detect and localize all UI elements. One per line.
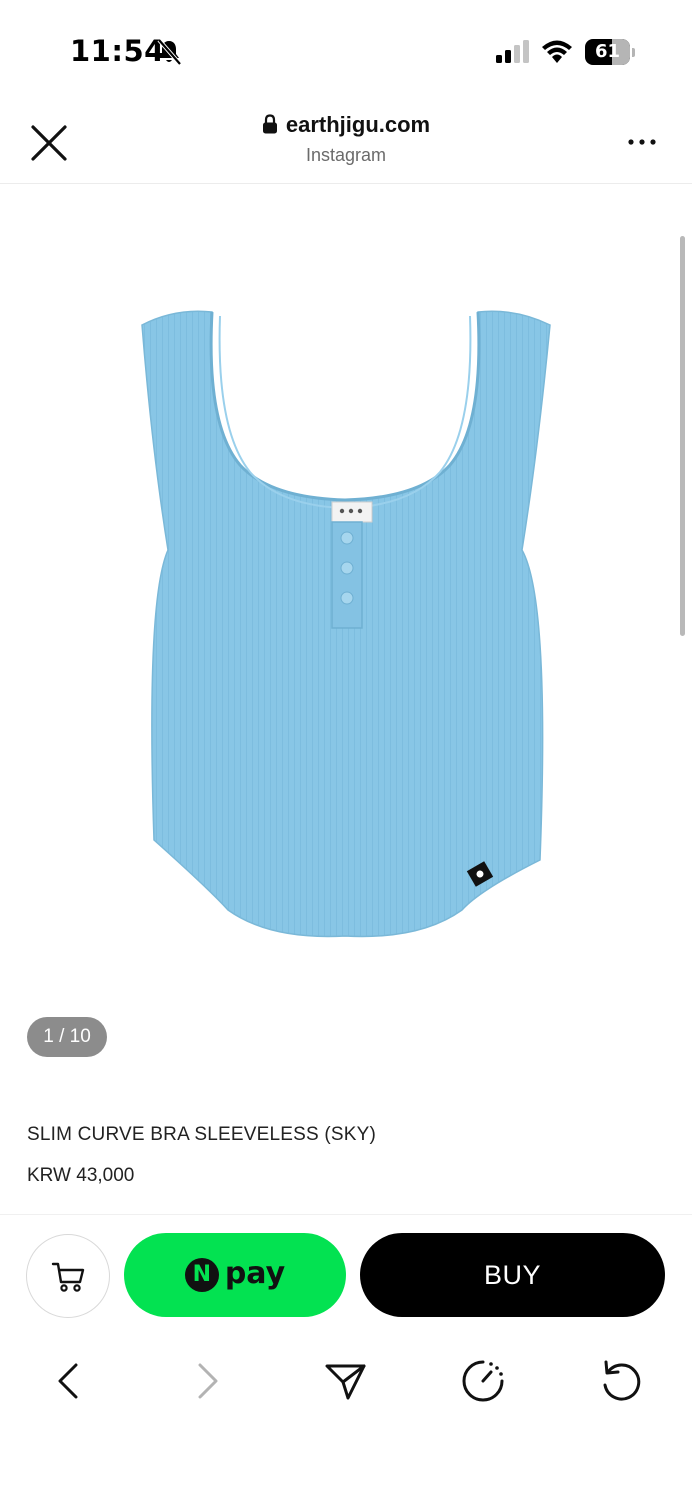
url-display[interactable]: earthjigu.com xyxy=(0,112,692,138)
product-title: SLIM CURVE BRA SLEEVELESS (SKY) xyxy=(27,1124,377,1145)
npay-logo-mark: N xyxy=(184,1258,219,1292)
wifi-icon xyxy=(542,40,572,63)
status-bar: 11:54 61 xyxy=(0,0,692,100)
browser-header: earthjigu.com Instagram xyxy=(0,100,692,184)
cellular-signal-icon xyxy=(496,40,529,63)
scrollbar[interactable] xyxy=(680,236,685,636)
bell-slash-icon xyxy=(157,38,182,66)
url-text: earthjigu.com xyxy=(285,112,431,137)
reload-icon[interactable] xyxy=(598,1358,644,1404)
lock-icon xyxy=(262,114,277,134)
back-icon[interactable] xyxy=(46,1358,92,1404)
npay-button[interactable]: N pay xyxy=(124,1233,346,1317)
buy-button[interactable]: BUY xyxy=(360,1233,665,1317)
product-image[interactable] xyxy=(120,300,570,950)
status-time: 11:54 xyxy=(70,34,165,68)
speed-dial-icon[interactable] xyxy=(460,1358,506,1404)
image-pager-badge: 1 / 10 xyxy=(27,1017,107,1057)
cart-button[interactable] xyxy=(26,1234,110,1318)
battery-level: 61 xyxy=(594,41,621,62)
battery-icon: 61 xyxy=(585,39,635,65)
share-icon[interactable] xyxy=(322,1358,368,1404)
product-price: KRW 43,000 xyxy=(27,1165,135,1186)
more-icon[interactable] xyxy=(624,130,660,154)
forward-icon[interactable] xyxy=(184,1358,230,1404)
source-label: Instagram xyxy=(305,145,387,165)
npay-label: pay xyxy=(224,1255,286,1291)
cart-icon xyxy=(51,1262,85,1292)
purchase-bar: N pay BUY xyxy=(0,1214,692,1334)
browser-toolbar xyxy=(0,1340,692,1430)
